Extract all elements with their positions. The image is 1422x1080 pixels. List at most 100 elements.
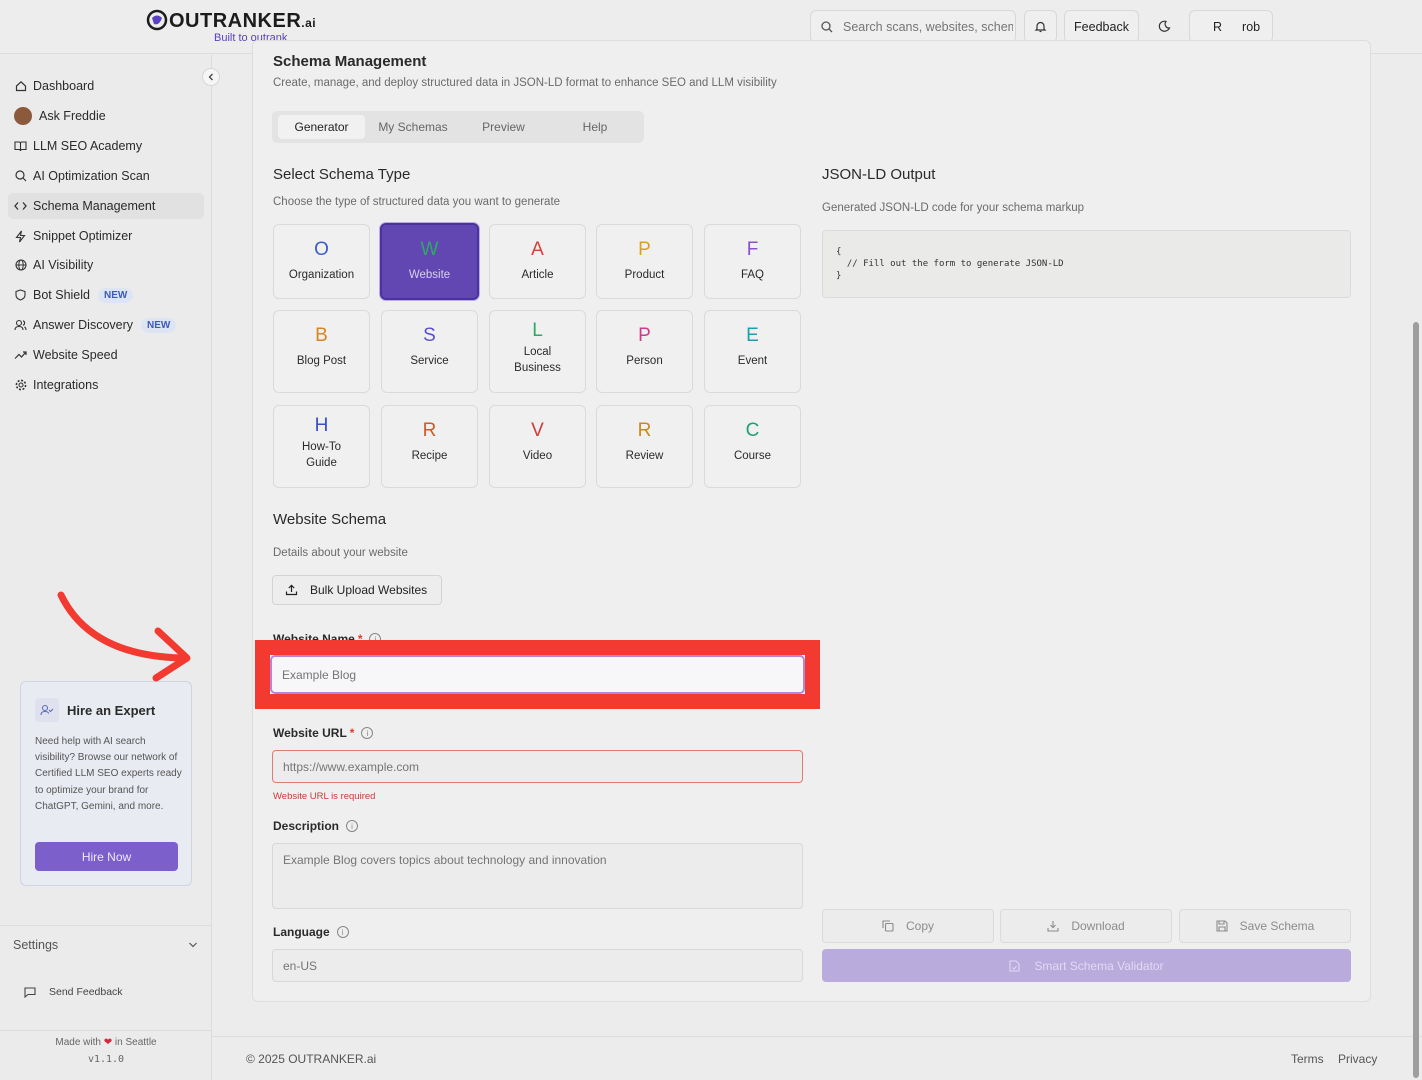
sidebar-item-website-speed[interactable]: Website Speed — [8, 342, 204, 368]
schema-type-label: Article — [521, 269, 554, 281]
tab-bar: Generator My Schemas Preview Help — [272, 111, 644, 143]
schema-type-label: FAQ — [740, 269, 764, 281]
schema-type-letter: H — [314, 415, 329, 436]
website-url-label: Website URL * i — [273, 726, 374, 740]
footer-privacy-link[interactable]: Privacy — [1338, 1052, 1377, 1066]
made-with-suffix: in Seattle — [114, 1037, 157, 1048]
save-icon — [1216, 920, 1228, 932]
website-schema-title: Website Schema — [273, 511, 387, 528]
schema-type-letter: R — [637, 420, 652, 441]
schema-type-video[interactable]: V Video — [489, 405, 586, 488]
smart-schema-validator-button[interactable]: Smart Schema Validator — [822, 949, 1351, 982]
schema-type-letter: B — [315, 325, 328, 346]
copy-button[interactable]: Copy — [822, 909, 994, 943]
upload-icon — [285, 584, 298, 596]
json-output-code[interactable]: { // Fill out the form to generate JSON-… — [822, 230, 1351, 298]
schema-type-letter: E — [746, 325, 759, 346]
send-feedback-link[interactable]: Send Feedback — [24, 986, 123, 998]
home-icon — [14, 80, 27, 93]
sidebar-item-dashboard[interactable]: Dashboard — [8, 73, 204, 99]
feedback-button[interactable]: Feedback — [1064, 10, 1139, 43]
user-initial: R — [1213, 19, 1223, 34]
collapse-sidebar-button[interactable] — [202, 68, 220, 86]
website-name-input[interactable] — [270, 655, 805, 694]
sidebar-item-answer-discovery[interactable]: Answer Discovery NEW — [8, 312, 204, 338]
schema-type-course[interactable]: C Course — [704, 405, 801, 488]
schema-type-organization[interactable]: O Organization — [273, 224, 370, 299]
user-name: rob — [1242, 19, 1261, 34]
bulk-upload-label: Bulk Upload Websites — [310, 583, 428, 597]
settings-menu[interactable]: Settings — [13, 938, 198, 952]
info-icon[interactable]: i — [336, 926, 349, 938]
user-menu-button[interactable]: R rob — [1189, 10, 1273, 43]
schema-type-product[interactable]: P Product — [596, 224, 693, 299]
sidebar-item-llm-seo-academy[interactable]: LLM SEO Academy — [8, 133, 204, 159]
hire-now-button[interactable]: Hire Now — [35, 842, 178, 871]
bulk-upload-button[interactable]: Bulk Upload Websites — [272, 575, 442, 605]
language-input[interactable] — [272, 949, 803, 982]
website-schema-subtitle: Details about your website — [273, 547, 408, 559]
language-label-text: Language — [273, 925, 330, 939]
schema-type-label: Person — [626, 355, 663, 367]
description-label-text: Description — [273, 819, 340, 833]
website-url-input[interactable] — [272, 750, 803, 783]
schema-type-blog-post[interactable]: B Blog Post — [273, 310, 370, 393]
schema-type-service[interactable]: S Service — [381, 310, 478, 393]
sidebar-item-integrations[interactable]: Integrations — [8, 372, 204, 398]
sidebar-item-ai-visibility[interactable]: AI Visibility — [8, 252, 204, 278]
schema-type-label: Product — [624, 269, 665, 281]
schema-type-letter: L — [532, 320, 543, 341]
page-scrollbar[interactable] — [1413, 322, 1419, 1078]
tab-label: Preview — [482, 120, 525, 134]
search-icon — [14, 170, 27, 183]
schema-type-how-to-guide[interactable]: H How-To Guide — [273, 405, 370, 488]
info-icon[interactable]: i — [361, 727, 374, 739]
sidebar-item-label: LLM SEO Academy — [33, 139, 143, 153]
tab-my-schemas[interactable]: My Schemas — [368, 115, 458, 139]
schema-type-article[interactable]: A Article — [489, 224, 586, 299]
hire-expert-title-text: Hire an Expert — [67, 702, 156, 718]
info-icon[interactable]: i — [346, 820, 359, 832]
description-textarea[interactable] — [272, 843, 803, 909]
theme-toggle-button[interactable] — [1148, 10, 1181, 43]
schema-type-label: Video — [522, 450, 553, 462]
sidebar-item-label: AI Visibility — [33, 258, 94, 272]
tab-help[interactable]: Help — [550, 115, 640, 139]
schema-type-letter: W — [420, 239, 439, 260]
schema-type-event[interactable]: E Event — [704, 310, 801, 393]
hire-expert-card: Hire an Expert Need help with AI search … — [20, 681, 192, 886]
schema-type-recipe[interactable]: R Recipe — [381, 405, 478, 488]
schema-type-label: Local Business — [514, 346, 561, 374]
save-schema-button[interactable]: Save Schema — [1179, 909, 1351, 943]
sidebar-item-label: AI Optimization Scan — [33, 169, 150, 183]
global-search[interactable] — [810, 10, 1016, 43]
hire-expert-title: Hire an Expert — [35, 698, 155, 722]
sidebar-item-schema-management[interactable]: Schema Management — [8, 193, 204, 219]
schema-type-person[interactable]: P Person — [596, 310, 693, 393]
sidebar-item-ai-optimization-scan[interactable]: AI Optimization Scan — [8, 163, 204, 189]
globe-icon — [14, 259, 27, 272]
sidebar-divider — [0, 1030, 212, 1031]
schema-type-review[interactable]: R Review — [596, 405, 693, 488]
download-button[interactable]: Download — [1000, 909, 1172, 943]
schema-type-faq[interactable]: F FAQ — [704, 224, 801, 299]
tab-preview[interactable]: Preview — [461, 115, 546, 139]
sidebar-item-bot-shield[interactable]: Bot Shield NEW — [8, 282, 204, 308]
sidebar-item-label: Answer Discovery — [33, 318, 134, 332]
copy-icon — [882, 920, 894, 932]
schema-type-local-business[interactable]: L Local Business — [489, 310, 586, 393]
sidebar-item-label: Integrations — [33, 378, 99, 392]
notifications-button[interactable] — [1024, 10, 1057, 43]
tab-generator[interactable]: Generator — [278, 115, 365, 139]
users-icon — [14, 319, 27, 332]
sidebar-item-snippet-optimizer[interactable]: Snippet Optimizer — [8, 223, 204, 249]
arrow-annotation-icon — [57, 591, 191, 682]
footer-terms-link[interactable]: Terms — [1291, 1052, 1324, 1066]
schema-type-letter: R — [422, 420, 437, 441]
highlight-box — [255, 640, 820, 709]
footer-copyright: © 2025 OUTRANKER.ai — [246, 1052, 377, 1066]
sidebar-item-ask-freddie[interactable]: Ask Freddie — [8, 103, 204, 129]
search-input[interactable] — [843, 19, 1013, 34]
schema-type-label: How-To Guide — [302, 441, 341, 469]
schema-type-website[interactable]: W Website — [380, 223, 479, 300]
